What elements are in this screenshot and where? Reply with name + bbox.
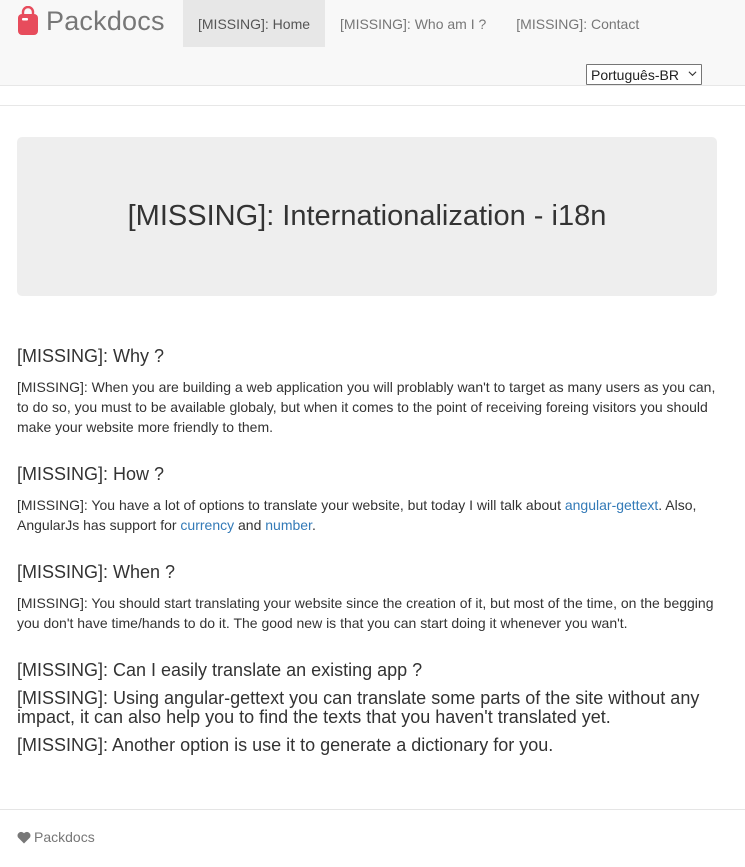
navbar-divider [0, 86, 745, 106]
nav-home[interactable]: [MISSING]: Home [183, 0, 326, 47]
number-link[interactable]: number [265, 517, 312, 533]
brand-name: Packdocs [46, 5, 165, 36]
nav-who-am-i[interactable]: [MISSING]: Who am I ? [325, 0, 501, 47]
section-title: [MISSING]: Can I easily translate an exi… [17, 660, 423, 680]
navbar: Packdocs [MISSING]: Home [MISSING]: Who … [0, 0, 745, 86]
currency-link[interactable]: currency [180, 517, 234, 533]
text-fragment: [MISSING]: You have a lot of options to … [17, 496, 565, 513]
page-title: [MISSING]: Internationalization - i18n [127, 200, 607, 232]
section-text: [MISSING]: You should start translating … [17, 594, 714, 631]
angular-gettext-link[interactable]: angular-gettext [565, 497, 658, 513]
section-title: [MISSING]: When ? [17, 562, 176, 582]
footer: Packdocs [17, 829, 95, 845]
jumbotron: [MISSING]: Internationalization - i18n [17, 137, 717, 296]
section-title: [MISSING]: Why ? [17, 346, 165, 366]
nav-contact[interactable]: [MISSING]: Contact [501, 0, 654, 47]
section-can-translate: [MISSING]: Can I easily translate an exi… [17, 660, 717, 755]
heart-icon [17, 831, 31, 843]
footer-brand: Packdocs [34, 829, 95, 845]
main-nav: [MISSING]: Home [MISSING]: Who am I ? [M… [183, 0, 654, 47]
section-text: [MISSING]: Using angular-gettext you can… [17, 688, 700, 727]
section-when: [MISSING]: When ? [MISSING]: You should … [17, 562, 717, 633]
brand-link[interactable]: Packdocs [17, 3, 165, 39]
section-text: [MISSING]: Another option is use it to g… [17, 735, 554, 755]
language-selected: Português-BR [591, 66, 679, 83]
section-text: [MISSING]: You have a lot of options to … [17, 495, 717, 535]
section-title: [MISSING]: How ? [17, 464, 165, 484]
footer-divider [0, 809, 745, 810]
text-fragment: . [311, 516, 316, 533]
language-select[interactable]: Português-BR [586, 64, 702, 85]
section-why: [MISSING]: Why ? [MISSING]: When you are… [17, 346, 717, 437]
section-text: [MISSING]: When you are building a web a… [17, 378, 716, 435]
text-fragment: and [234, 516, 266, 533]
chevron-down-icon [688, 71, 697, 77]
section-how: [MISSING]: How ? [MISSING]: You have a l… [17, 464, 717, 535]
bag-icon [18, 6, 38, 35]
